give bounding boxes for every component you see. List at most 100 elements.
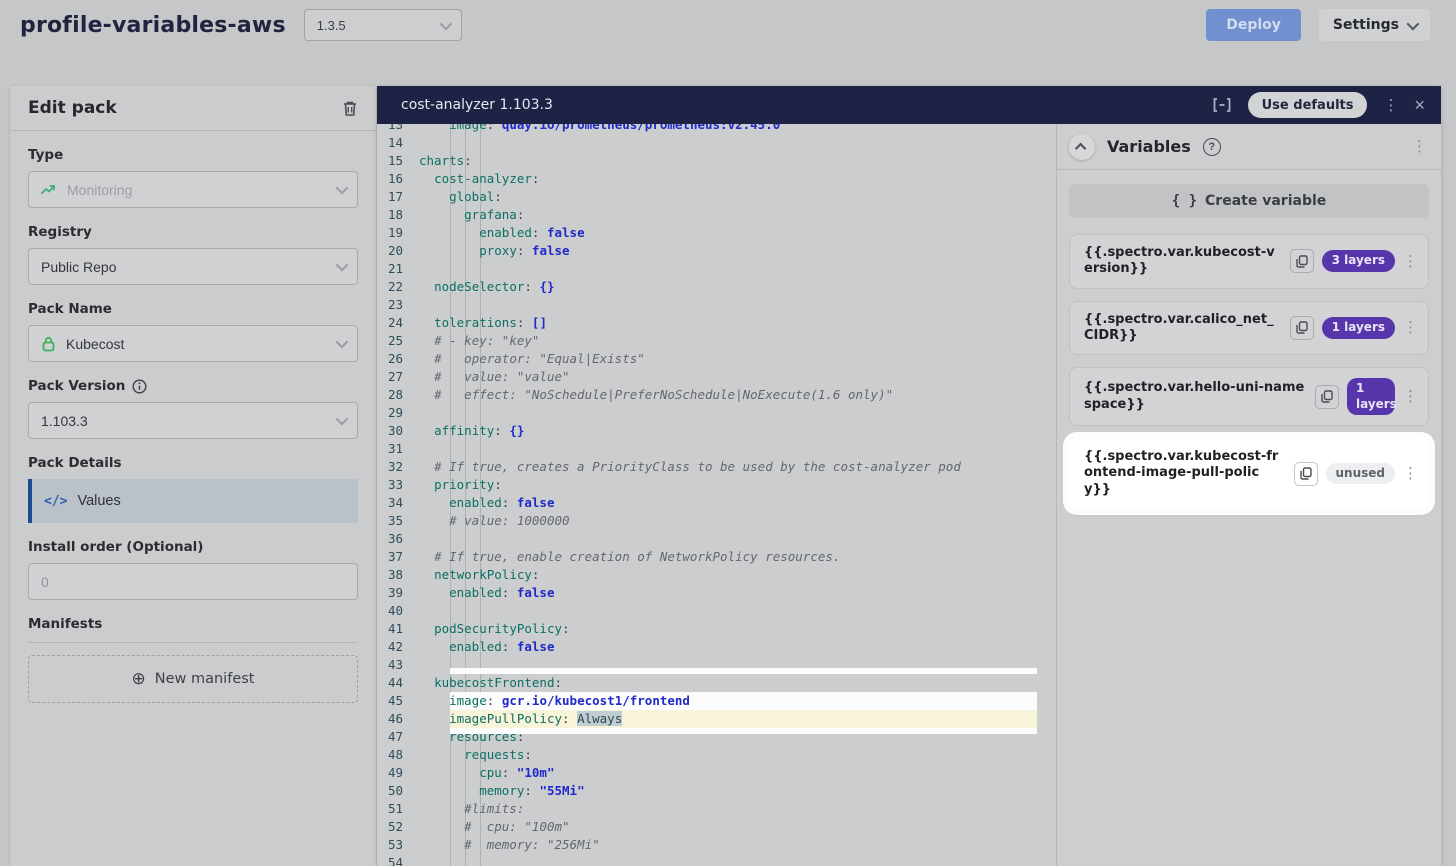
line-text: priority: [419, 476, 502, 494]
code-line-53[interactable]: 53 # memory: "256Mi" [377, 836, 1056, 854]
line-text: # value: 1000000 [419, 512, 570, 530]
code-line-37[interactable]: 37 # If true, enable creation of Network… [377, 548, 1056, 566]
pack-details-values-tab[interactable]: </> Values [28, 479, 358, 523]
code-line-54[interactable]: 54 [377, 854, 1056, 866]
code-line-45[interactable]: 45 image: gcr.io/kubecost1/frontend [377, 692, 1056, 710]
variable-card-1[interactable]: {{.spectro.var.kubecost-version}}3 layer… [1069, 234, 1429, 289]
code-line-36[interactable]: 36 [377, 530, 1056, 548]
code-line-44[interactable]: 44 kubecostFrontend: [377, 674, 1056, 692]
variable-kebab-menu[interactable]: ⋮ [1403, 389, 1418, 404]
main-content: Edit pack Type Monitoring Registry [0, 50, 1456, 866]
line-number: 22 [377, 278, 419, 296]
create-variable-button[interactable]: { } Create variable [1069, 184, 1429, 218]
use-defaults-button[interactable]: Use defaults [1248, 92, 1368, 118]
settings-button[interactable]: Settings [1319, 9, 1430, 41]
profile-version-select[interactable]: 1.3.5 [304, 9, 462, 41]
variable-card-3[interactable]: {{.spectro.var.hello-uni-namespace}}1 la… [1069, 367, 1429, 426]
code-line-41[interactable]: 41 podSecurityPolicy: [377, 620, 1056, 638]
code-line-23[interactable]: 23 [377, 296, 1056, 314]
copy-icon[interactable] [1290, 316, 1314, 340]
help-icon[interactable]: ? [1203, 138, 1221, 156]
variable-card-2[interactable]: {{.spectro.var.calico_net_CIDR}}1 layers… [1069, 301, 1429, 356]
code-line-48[interactable]: 48 requests: [377, 746, 1056, 764]
registry-select[interactable]: Public Repo [28, 248, 358, 285]
copy-icon[interactable] [1294, 462, 1318, 486]
new-manifest-button[interactable]: ⊕ New manifest [28, 655, 358, 703]
pack-name-select[interactable]: Kubecost [28, 325, 358, 362]
line-text: charts: [419, 152, 472, 170]
code-token: : [487, 124, 502, 132]
code-line-14[interactable]: 14 [377, 134, 1056, 152]
code-token: image [449, 124, 487, 132]
diff-view-icon[interactable] [1212, 97, 1232, 113]
code-line-52[interactable]: 52 # cpu: "100m" [377, 818, 1056, 836]
code-line-16[interactable]: 16 cost-analyzer: [377, 170, 1056, 188]
code-line-49[interactable]: 49 cpu: "10m" [377, 764, 1056, 782]
variable-kebab-menu[interactable]: ⋮ [1403, 466, 1418, 481]
code-line-30[interactable]: 30 affinity: {} [377, 422, 1056, 440]
code-line-35[interactable]: 35 # value: 1000000 [377, 512, 1056, 530]
code-line-22[interactable]: 22 nodeSelector: {} [377, 278, 1056, 296]
line-text: # If true, enable creation of NetworkPol… [419, 548, 840, 566]
code-line-24[interactable]: 24 tolerations: [] [377, 314, 1056, 332]
code-line-20[interactable]: 20 proxy: false [377, 242, 1056, 260]
line-text: # memory: "256Mi" [419, 836, 600, 854]
code-line-47[interactable]: 47 resources: [377, 728, 1056, 746]
line-number: 18 [377, 206, 419, 224]
layers-badge: 1 layers [1322, 317, 1395, 339]
editor-kebab-menu[interactable]: ⋮ [1383, 98, 1398, 113]
line-number: 41 [377, 620, 419, 638]
code-line-33[interactable]: 33 priority: [377, 476, 1056, 494]
code-line-32[interactable]: 32 # If true, creates a PriorityClass to… [377, 458, 1056, 476]
variables-kebab-menu[interactable]: ⋮ [1412, 139, 1427, 154]
delete-pack-button[interactable] [342, 100, 358, 117]
code-line-42[interactable]: 42 enabled: false [377, 638, 1056, 656]
deploy-button[interactable]: Deploy [1206, 9, 1301, 41]
yaml-code-pane[interactable]: 13 image: quay.io/prometheus/prometheus:… [377, 124, 1056, 866]
code-line-43[interactable]: 43 [377, 656, 1056, 674]
variable-kebab-menu[interactable]: ⋮ [1403, 254, 1418, 269]
copy-icon[interactable] [1290, 249, 1314, 273]
install-order-input[interactable] [41, 574, 345, 590]
type-select[interactable]: Monitoring [28, 171, 358, 208]
code-line-51[interactable]: 51 #limits: [377, 800, 1056, 818]
collapse-panel-button[interactable] [1069, 134, 1095, 160]
line-text: enabled: false [419, 494, 555, 512]
code-line-31[interactable]: 31 [377, 440, 1056, 458]
code-token: networkPolicy [434, 567, 532, 582]
code-token: enabled [479, 225, 532, 240]
code-line-27[interactable]: 27 # value: "value" [377, 368, 1056, 386]
chevron-down-icon [336, 182, 349, 195]
code-line-40[interactable]: 40 [377, 602, 1056, 620]
code-line-21[interactable]: 21 [377, 260, 1056, 278]
pack-version-select[interactable]: 1.103.3 [28, 402, 358, 439]
code-line-18[interactable]: 18 grafana: [377, 206, 1056, 224]
code-line-25[interactable]: 25 # - key: "key" [377, 332, 1056, 350]
line-text: # If true, creates a PriorityClass to be… [419, 458, 961, 476]
variable-kebab-menu[interactable]: ⋮ [1403, 320, 1418, 335]
code-line-34[interactable]: 34 enabled: false [377, 494, 1056, 512]
code-line-17[interactable]: 17 global: [377, 188, 1056, 206]
code-line-26[interactable]: 26 # operator: "Equal|Exists" [377, 350, 1056, 368]
code-token: #limits: [464, 801, 524, 816]
line-text: # - key: "key" [419, 332, 539, 350]
code-token [419, 729, 449, 744]
code-line-38[interactable]: 38 networkPolicy: [377, 566, 1056, 584]
code-token [419, 124, 449, 132]
code-line-19[interactable]: 19 enabled: false [377, 224, 1056, 242]
code-line-39[interactable]: 39 enabled: false [377, 584, 1056, 602]
code-line-46[interactable]: 46 imagePullPolicy: Always [377, 710, 1056, 728]
code-line-50[interactable]: 50 memory: "55Mi" [377, 782, 1056, 800]
code-line-28[interactable]: 28 # effect: "NoSchedule|PreferNoSchedul… [377, 386, 1056, 404]
code-token: : [517, 243, 532, 258]
braces-icon: { } [1172, 193, 1197, 209]
copy-icon[interactable] [1315, 385, 1339, 409]
pack-details-values-label: Values [77, 493, 120, 509]
code-line-29[interactable]: 29 [377, 404, 1056, 422]
variable-card-4[interactable]: {{.spectro.var.kubecost-frontend-image-p… [1069, 438, 1429, 509]
code-token: tolerations [434, 315, 517, 330]
code-line-13[interactable]: 13 image: quay.io/prometheus/prometheus:… [377, 124, 1056, 134]
code-token [419, 567, 434, 582]
code-line-15[interactable]: 15charts: [377, 152, 1056, 170]
close-icon[interactable]: × [1414, 95, 1425, 116]
